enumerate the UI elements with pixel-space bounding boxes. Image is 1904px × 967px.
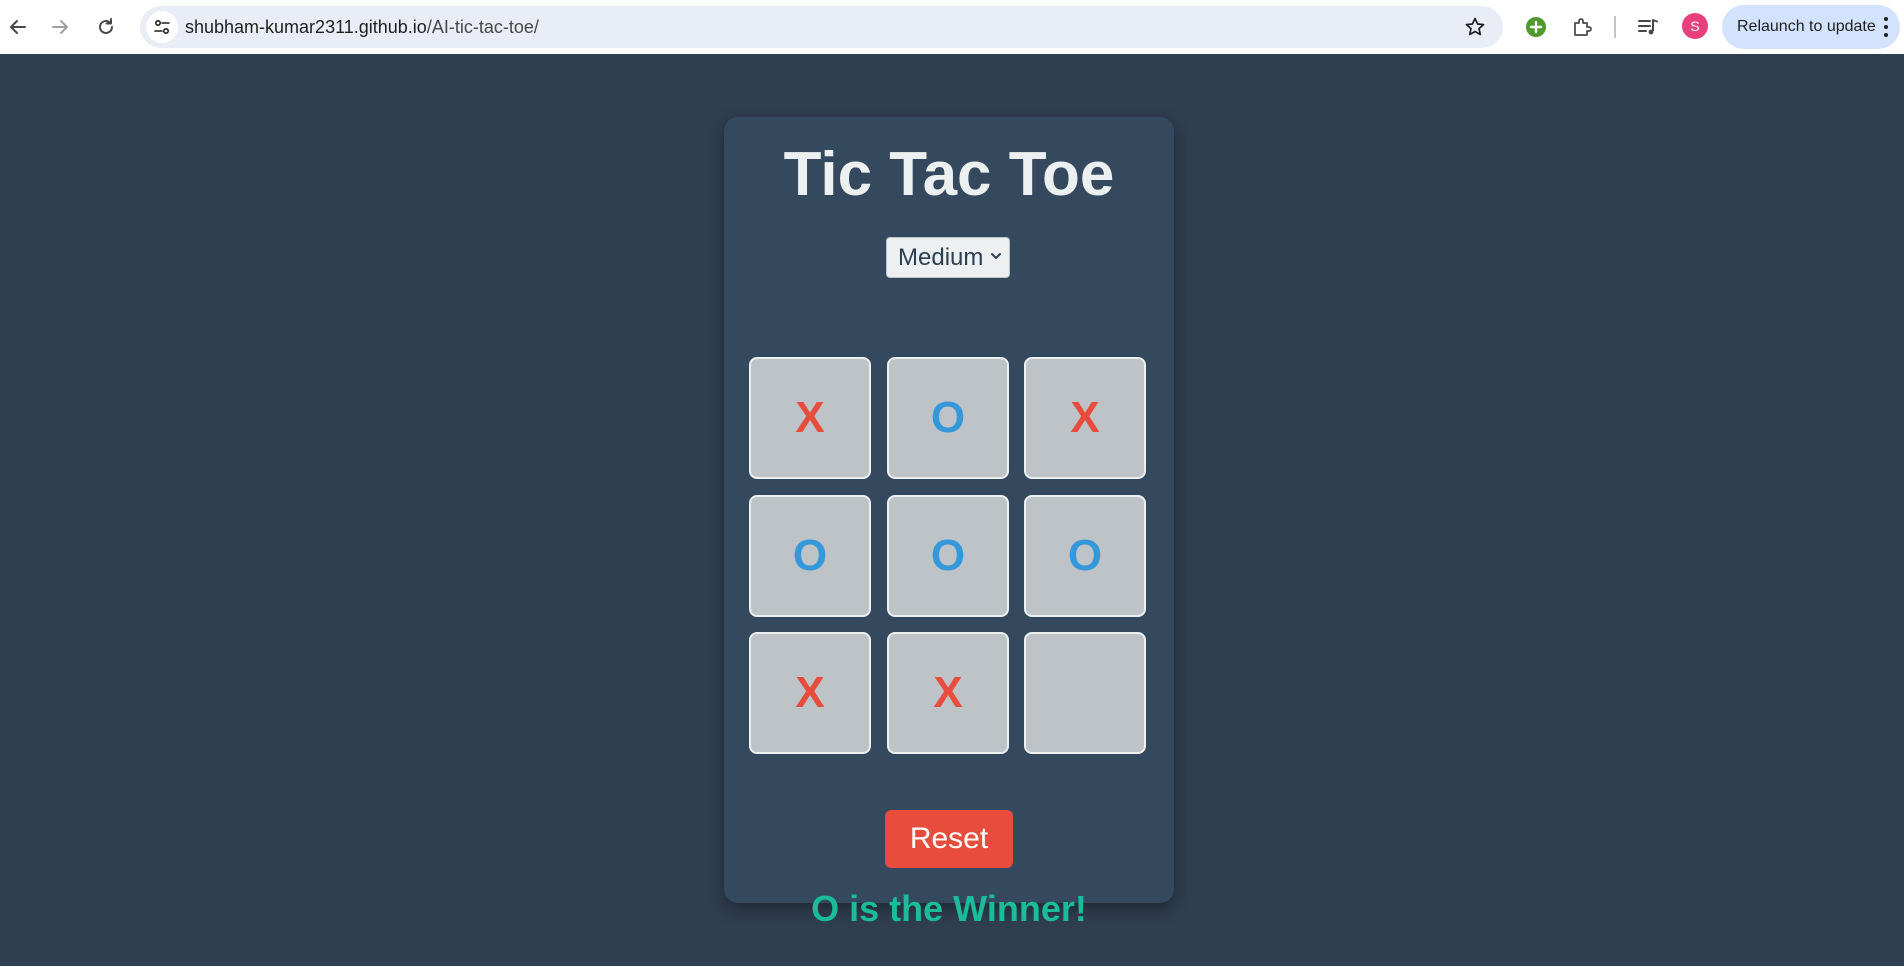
game-container: Tic Tac Toe Medium X O X O O O X X Reset…	[724, 117, 1174, 929]
forward-button[interactable]	[44, 11, 76, 43]
board-cell-1[interactable]: O	[887, 357, 1009, 479]
kebab-menu-icon[interactable]	[1882, 17, 1890, 37]
url-text[interactable]: shubham-kumar2311.github.io/AI-tic-tac-t…	[185, 6, 539, 48]
game-board: X O X O O O X X	[749, 357, 1149, 757]
back-icon	[10, 20, 26, 34]
bookmark-button[interactable]	[1461, 13, 1489, 41]
reset-button[interactable]: Reset	[885, 810, 1013, 868]
toolbar-divider	[1614, 16, 1616, 38]
page-viewport: Tic Tac Toe Medium X O X O O O X X Reset…	[0, 54, 1904, 967]
board-cell-0[interactable]: X	[749, 357, 871, 479]
page-title: Tic Tac Toe	[783, 140, 1115, 209]
board-cell-8[interactable]	[1024, 632, 1146, 754]
reload-button[interactable]	[90, 11, 122, 43]
url-host: shubham-kumar2311.github.io	[185, 17, 427, 37]
board-cell-3[interactable]: O	[749, 495, 871, 617]
difficulty-select[interactable]: Medium	[886, 237, 1010, 278]
board-cell-4[interactable]: O	[887, 495, 1009, 617]
address-bar[interactable]: shubham-kumar2311.github.io/AI-tic-tac-t…	[140, 6, 1503, 48]
extension-add-icon	[1526, 17, 1546, 37]
board-cell-6[interactable]: X	[749, 632, 871, 754]
site-info-icon	[154, 19, 170, 35]
bookmark-star-icon	[1465, 17, 1485, 36]
extension-add-button[interactable]	[1520, 11, 1552, 43]
board-cell-2[interactable]: X	[1024, 357, 1146, 479]
board-cell-7[interactable]: X	[887, 632, 1009, 754]
browser-toolbar: shubham-kumar2311.github.io/AI-tic-tac-t…	[0, 0, 1904, 54]
relaunch-label: Relaunch to update	[1737, 18, 1876, 35]
forward-icon	[52, 20, 68, 34]
extensions-puzzle-icon	[1574, 18, 1592, 36]
media-controls-icon	[1638, 19, 1658, 35]
media-controls-button[interactable]	[1632, 11, 1664, 43]
chevron-down-icon	[991, 253, 1001, 259]
profile-avatar[interactable]: S	[1682, 13, 1708, 39]
game-status: O is the Winner!	[811, 888, 1087, 929]
back-button[interactable]	[2, 11, 34, 43]
site-info-button[interactable]	[146, 11, 178, 43]
relaunch-to-update-button[interactable]: Relaunch to update	[1722, 5, 1900, 49]
board-cell-5[interactable]: O	[1024, 495, 1146, 617]
extensions-button[interactable]	[1566, 11, 1598, 43]
reload-icon	[99, 18, 113, 34]
url-path: /AI-tic-tac-toe/	[426, 17, 539, 37]
difficulty-selected-value: Medium	[898, 244, 984, 271]
